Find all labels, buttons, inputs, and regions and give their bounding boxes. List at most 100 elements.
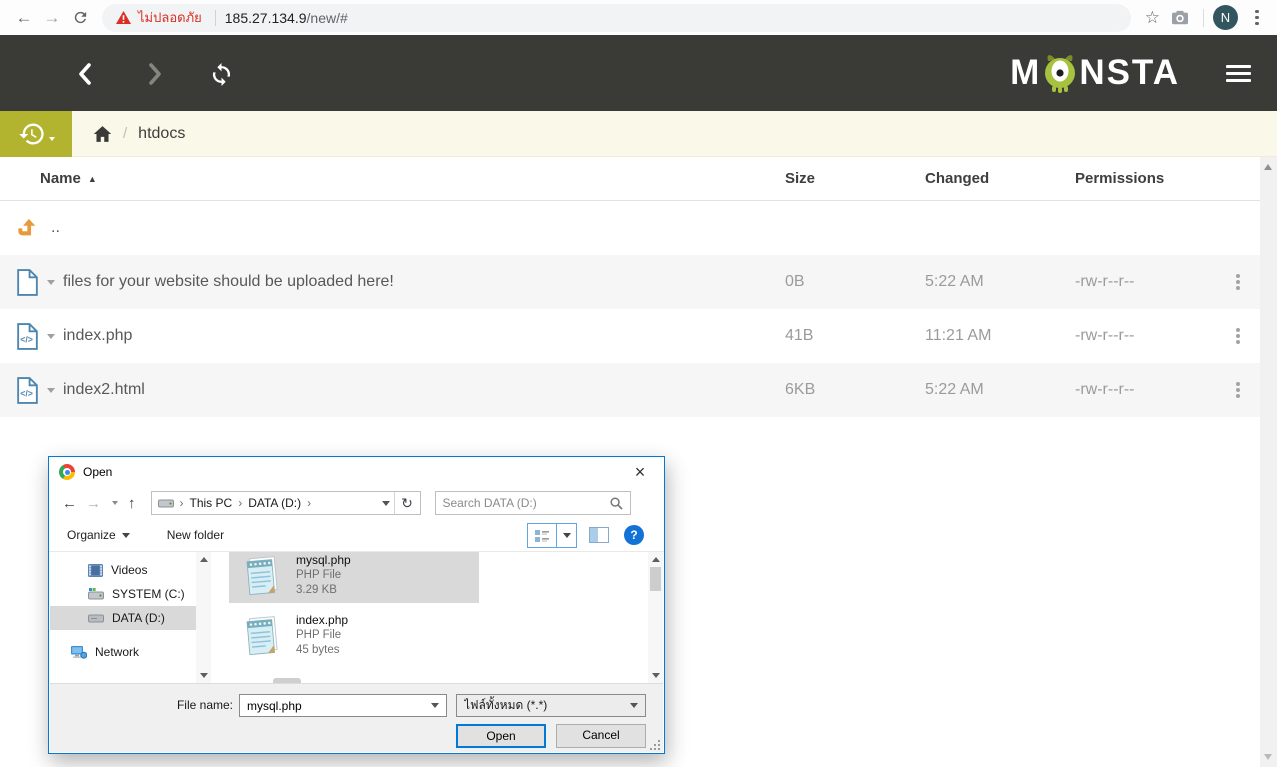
view-mode-button[interactable] [528, 524, 557, 547]
recent-locations-caret-icon[interactable] [112, 501, 118, 505]
dialog-footer: File name: ไฟล์ทั้งหมด (*.*) Open Cancel [50, 683, 663, 752]
screen: ← → ไม่ปลอดภัย 185.27.134.9/new/# ☆ N [0, 0, 1277, 767]
reload-icon [72, 9, 89, 26]
file-tile-mysql[interactable]: mysql.php PHP File 3.29 KB [229, 552, 479, 603]
file-type-value: ไฟล์ทั้งหมด (*.*) [464, 696, 624, 715]
view-mode-caret-button[interactable] [557, 524, 576, 547]
logo-text-post: NSTA [1079, 53, 1180, 93]
dialog-body: Videos SYSTEM (C:) DATA (D:) Network [50, 552, 663, 683]
breadcrumb-home-button[interactable] [93, 125, 112, 143]
open-button[interactable]: Open [456, 724, 546, 748]
column-header-name[interactable]: Name ▲ [0, 170, 785, 187]
not-secure-label[interactable]: ไม่ปลอดภัย [138, 7, 202, 28]
scroll-up-arrow-icon[interactable] [200, 557, 208, 562]
browser-menu-button[interactable] [1247, 10, 1267, 26]
breadcrumb-drive[interactable]: DATA (D:) [248, 496, 301, 510]
caret-down-icon [630, 703, 638, 708]
code-file-icon: </> [16, 377, 39, 404]
scroll-down-arrow-icon[interactable] [200, 673, 208, 678]
sidebar-scrollbar[interactable] [196, 552, 211, 683]
dialog-refresh-button[interactable]: ↻ [394, 492, 420, 514]
notepad-file-icon [241, 613, 285, 659]
dialog-back-button[interactable]: ← [62, 495, 77, 512]
browser-forward-button[interactable]: → [38, 4, 66, 32]
file-tile-index[interactable]: index.php PHP File 45 bytes [229, 608, 479, 663]
file-name-combobox[interactable] [239, 694, 447, 717]
browser-reload-button[interactable] [66, 4, 94, 32]
videos-icon [88, 564, 103, 577]
sidebar-item-videos[interactable]: Videos [50, 558, 196, 582]
chevron-left-icon [77, 62, 93, 86]
cancel-button[interactable]: Cancel [556, 724, 646, 748]
scroll-down-arrow-icon[interactable] [1264, 754, 1272, 760]
dialog-sidebar: Videos SYSTEM (C:) DATA (D:) Network [50, 552, 196, 683]
browser-back-button[interactable]: ← [10, 4, 38, 32]
resize-grip[interactable] [650, 740, 660, 750]
row-menu-button[interactable] [1236, 388, 1240, 392]
bookmark-star-icon[interactable]: ☆ [1145, 8, 1160, 28]
svg-text:</>: </> [20, 388, 33, 398]
search-input[interactable] [443, 496, 610, 510]
scrollbar-thumb[interactable] [650, 567, 661, 591]
breadcrumb-chevron-icon: › [307, 496, 311, 510]
new-folder-button[interactable]: New folder [167, 528, 224, 542]
table-row-file[interactable]: </> index.php 41B 11:21 AM -rw-r--r-- [0, 309, 1260, 363]
table-row-parent-dir[interactable]: .. [0, 201, 1260, 255]
table-row-file[interactable]: files for your website should be uploade… [0, 255, 1260, 309]
history-dropdown-button[interactable] [0, 111, 72, 157]
scroll-up-arrow-icon[interactable] [652, 557, 660, 562]
column-header-permissions[interactable]: Permissions [1075, 170, 1215, 187]
breadcrumb-current-folder[interactable]: htdocs [138, 125, 185, 143]
column-header-size[interactable]: Size [785, 170, 925, 187]
dialog-forward-button[interactable]: → [86, 495, 101, 512]
address-bar[interactable]: ไม่ปลอดภัย 185.27.134.9/new/# [102, 4, 1131, 32]
file-list-scrollbar[interactable] [648, 552, 663, 683]
caret-down-icon [563, 533, 571, 538]
monsta-header: M NSTA [0, 35, 1277, 111]
monsta-forward-button[interactable] [142, 61, 168, 87]
breadcrumb-chevron-icon: › [238, 496, 242, 510]
row-menu-button[interactable] [1236, 334, 1240, 338]
camera-icon [1171, 10, 1189, 26]
file-name-input[interactable] [247, 699, 425, 713]
logo-text-pre: M [1010, 53, 1041, 93]
dialog-titlebar[interactable]: Open × [49, 457, 664, 487]
history-icon [18, 120, 46, 148]
url-path: /new/# [307, 10, 348, 26]
level-up-icon [16, 217, 38, 239]
sidebar-item-network[interactable]: Network [50, 640, 196, 664]
page-scrollbar[interactable] [1260, 157, 1277, 767]
caret-down-icon [122, 533, 130, 538]
view-mode-split-button[interactable] [527, 523, 577, 548]
scroll-down-arrow-icon[interactable] [652, 673, 660, 678]
organize-menu-button[interactable]: Organize [67, 528, 130, 542]
help-button[interactable]: ? [624, 525, 644, 545]
preview-pane-button[interactable] [589, 527, 609, 546]
search-box[interactable] [435, 491, 631, 515]
dialog-close-button[interactable]: × [626, 458, 654, 486]
dialog-up-button[interactable]: ↑ [128, 495, 136, 512]
row-menu-button[interactable] [1236, 280, 1240, 284]
file-type-dropdown[interactable]: ไฟล์ทั้งหมด (*.*) [456, 694, 646, 717]
file-actions-caret-icon[interactable] [47, 388, 55, 393]
profile-avatar[interactable]: N [1213, 5, 1238, 30]
monsta-back-button[interactable] [72, 61, 98, 87]
screenshot-extension-icon[interactable] [1166, 4, 1194, 32]
address-breadcrumb[interactable]: › This PC › DATA (D:) › ↻ [151, 491, 421, 515]
sidebar-item-data-d[interactable]: DATA (D:) [50, 606, 196, 630]
scroll-up-arrow-icon[interactable] [1264, 164, 1272, 170]
caret-down-icon[interactable] [431, 703, 439, 708]
caret-down-icon [49, 137, 55, 141]
column-header-changed[interactable]: Changed [925, 170, 1075, 187]
address-dropdown-caret[interactable] [378, 501, 394, 506]
tiles-view-icon [534, 529, 550, 543]
monsta-menu-button[interactable] [1226, 65, 1251, 86]
breadcrumb-this-pc[interactable]: This PC [190, 496, 233, 510]
table-row-file[interactable]: </> index2.html 6KB 5:22 AM -rw-r--r-- [0, 363, 1260, 417]
monsta-refresh-button[interactable] [208, 61, 234, 87]
file-name: index2.html [63, 381, 145, 399]
file-actions-caret-icon[interactable] [47, 280, 55, 285]
sidebar-item-system-c[interactable]: SYSTEM (C:) [50, 582, 196, 606]
file-actions-caret-icon[interactable] [47, 334, 55, 339]
breadcrumb-chevron-icon: › [180, 496, 184, 510]
